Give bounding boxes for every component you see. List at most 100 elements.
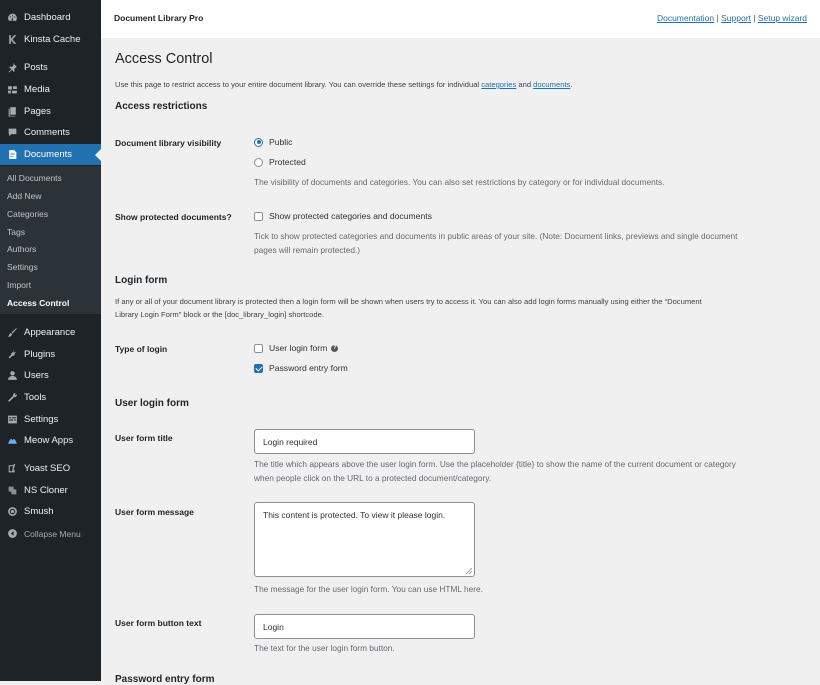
menu-label: Dashboard bbox=[24, 12, 71, 23]
login-form-description: If any or all of your document library i… bbox=[115, 296, 702, 321]
menu-item-smush[interactable]: Smush bbox=[0, 501, 101, 522]
user-form-message-label: User form message bbox=[115, 507, 194, 517]
media-icon bbox=[6, 84, 18, 96]
menu-item-kinsta-cache[interactable]: Kinsta Cache bbox=[0, 29, 101, 50]
menu-label: Smush bbox=[24, 506, 54, 517]
intro-text-part: . bbox=[570, 80, 573, 89]
pages-icon bbox=[6, 106, 18, 118]
collapse-icon bbox=[6, 528, 18, 540]
dashboard-icon bbox=[6, 12, 18, 24]
description-line: Tick to show protected categories and do… bbox=[254, 231, 738, 241]
description-line: Library Login Form” block or the [doc_li… bbox=[115, 309, 324, 319]
submenu-item-authors[interactable]: Authors bbox=[7, 244, 36, 254]
smush-icon bbox=[6, 506, 18, 518]
description-line: pages will remain protected.) bbox=[254, 245, 361, 255]
plugin-header: Document Library Pro Documentation | Sup… bbox=[101, 0, 820, 38]
menu-item-tools[interactable]: Tools bbox=[0, 387, 101, 408]
wrench-icon bbox=[6, 392, 18, 404]
plug-icon bbox=[6, 349, 18, 361]
menu-item-users[interactable]: Users bbox=[0, 365, 101, 386]
user-form-button-text-input[interactable]: Login bbox=[254, 614, 475, 639]
menu-label: Kinsta Cache bbox=[24, 34, 81, 45]
menu-item-media[interactable]: Media bbox=[0, 79, 101, 100]
header-links: Documentation | Support | Setup wizard bbox=[657, 13, 807, 23]
type-of-login-label: Type of login bbox=[115, 344, 168, 354]
input-value: Login bbox=[263, 621, 284, 632]
visibility-description: The visibility of documents and categori… bbox=[254, 177, 665, 187]
menu-item-posts[interactable]: Posts bbox=[0, 57, 101, 78]
password-entry-form-checkbox[interactable] bbox=[254, 363, 263, 373]
menu-label: Posts bbox=[24, 62, 48, 73]
categories-link[interactable]: categories bbox=[481, 80, 516, 89]
kinsta-icon bbox=[6, 34, 18, 46]
submenu-item-import[interactable]: Import bbox=[7, 280, 31, 290]
menu-item-documents[interactable]: Documents bbox=[0, 144, 101, 165]
menu-label: Meow Apps bbox=[24, 435, 74, 446]
public-radio[interactable] bbox=[254, 137, 263, 147]
help-icon[interactable]: ? bbox=[331, 344, 339, 352]
link-separator: | bbox=[716, 13, 719, 23]
menu-label: Plugins bbox=[24, 349, 56, 360]
documentation-link[interactable]: Documentation bbox=[657, 13, 714, 23]
brush-icon bbox=[6, 327, 18, 339]
support-link[interactable]: Support bbox=[721, 13, 751, 23]
menu-label: Documents bbox=[24, 149, 73, 160]
menu-label: Yoast SEO bbox=[24, 463, 71, 474]
protected-radio[interactable] bbox=[254, 157, 263, 167]
description-line: when people click on the URL to a protec… bbox=[254, 473, 492, 483]
user-form-title-input[interactable]: Login required bbox=[254, 429, 475, 454]
description-line: If any or all of your document library i… bbox=[115, 297, 702, 306]
main-content: Access Control Use this page to restrict… bbox=[101, 38, 820, 685]
user-login-form-checkbox[interactable] bbox=[254, 343, 263, 353]
menu-item-ns-cloner[interactable]: NS Cloner bbox=[0, 480, 101, 501]
user-form-title-label: User form title bbox=[115, 433, 173, 443]
show-protected-option[interactable]: Show protected categories and documents bbox=[254, 211, 432, 221]
menu-item-appearance[interactable]: Appearance bbox=[0, 322, 101, 343]
intro-text-part: and bbox=[516, 80, 534, 89]
user-form-button-text-description: The text for the user login form button. bbox=[254, 643, 395, 653]
option-label: Public bbox=[269, 137, 293, 147]
option-label: Show protected categories and documents bbox=[269, 211, 432, 221]
submenu-item-access-control[interactable]: Access Control bbox=[7, 298, 69, 308]
admin-sidebar: Dashboard Kinsta Cache Posts Media Pages… bbox=[0, 0, 101, 681]
menu-item-comments[interactable]: Comments bbox=[0, 122, 101, 143]
option-label: Password entry form bbox=[269, 363, 348, 373]
submenu-item-categories[interactable]: Categories bbox=[7, 209, 48, 219]
document-icon bbox=[6, 149, 18, 161]
menu-label: Pages bbox=[24, 106, 51, 117]
pin-icon bbox=[6, 62, 18, 74]
submenu-item-all-documents[interactable]: All Documents bbox=[7, 173, 62, 183]
intro-text: Use this page to restrict access to your… bbox=[115, 80, 572, 89]
comments-icon bbox=[6, 127, 18, 139]
menu-label: NS Cloner bbox=[24, 485, 68, 496]
user-login-form-option[interactable]: User login form ? bbox=[254, 343, 339, 353]
meow-icon bbox=[6, 435, 18, 447]
resize-grip-icon[interactable] bbox=[466, 568, 472, 574]
link-separator: | bbox=[753, 13, 756, 23]
cloner-icon bbox=[6, 485, 18, 497]
submenu-item-add-new[interactable]: Add New bbox=[7, 191, 42, 201]
menu-item-pages[interactable]: Pages bbox=[0, 101, 101, 122]
visibility-public-option[interactable]: Public bbox=[254, 137, 292, 147]
user-login-form-heading: User login form bbox=[115, 398, 189, 409]
user-form-message-textarea[interactable]: This content is protected. To view it pl… bbox=[254, 502, 475, 577]
visibility-protected-option[interactable]: Protected bbox=[254, 157, 306, 167]
menu-item-settings[interactable]: Settings bbox=[0, 409, 101, 430]
option-label: Protected bbox=[269, 157, 306, 167]
menu-label: Media bbox=[24, 84, 50, 95]
password-entry-form-heading: Password entry form bbox=[115, 674, 215, 685]
collapse-menu-button[interactable]: Collapse Menu bbox=[0, 523, 101, 544]
documents-link[interactable]: documents bbox=[533, 80, 570, 89]
submenu-item-tags[interactable]: Tags bbox=[7, 227, 25, 237]
menu-item-plugins[interactable]: Plugins bbox=[0, 344, 101, 365]
password-entry-form-option[interactable]: Password entry form bbox=[254, 363, 348, 373]
menu-item-yoast-seo[interactable]: Yoast SEO bbox=[0, 458, 101, 479]
setup-wizard-link[interactable]: Setup wizard bbox=[758, 13, 807, 23]
menu-item-meow-apps[interactable]: Meow Apps bbox=[0, 430, 101, 451]
menu-item-dashboard[interactable]: Dashboard bbox=[0, 7, 101, 28]
submenu-item-settings[interactable]: Settings bbox=[7, 262, 38, 272]
menu-label: Appearance bbox=[24, 327, 76, 338]
menu-label: Tools bbox=[24, 392, 47, 403]
show-protected-checkbox[interactable] bbox=[254, 211, 263, 221]
menu-label: Collapse Menu bbox=[24, 528, 81, 539]
